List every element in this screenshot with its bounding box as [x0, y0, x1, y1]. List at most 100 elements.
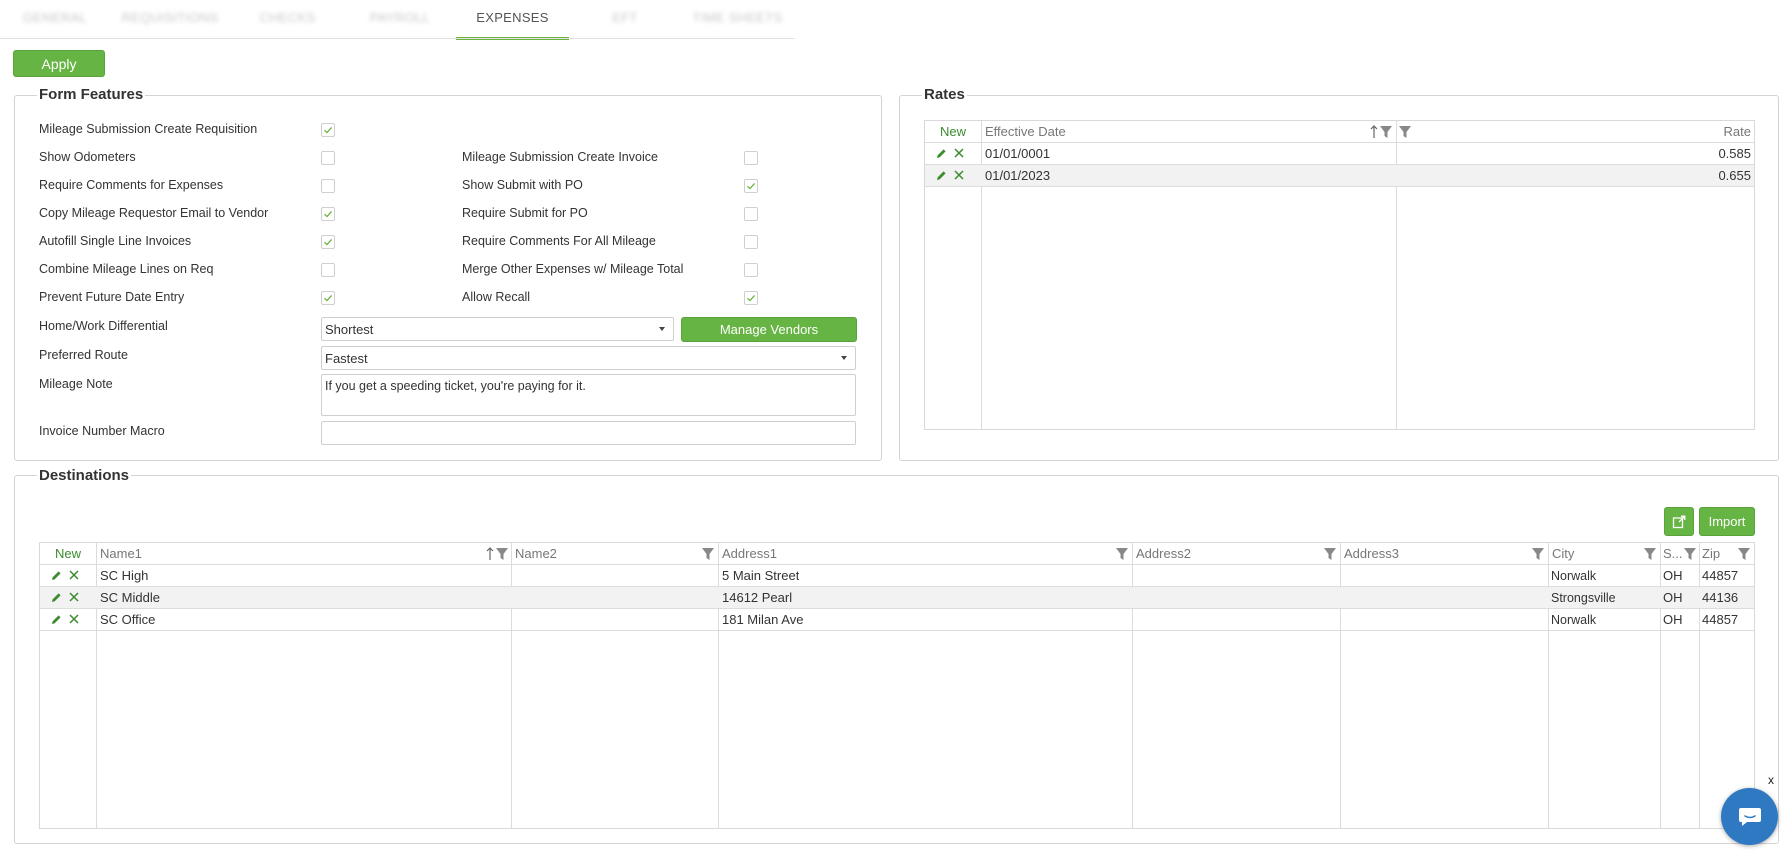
close-icon[interactable] — [953, 169, 965, 181]
pencil-icon[interactable] — [50, 613, 62, 625]
home-work-differential-select[interactable]: Shortest — [321, 317, 674, 341]
close-icon[interactable] — [68, 591, 80, 603]
tab-requisitions[interactable]: REQUISITIONS — [110, 0, 230, 40]
rates-title: Rates — [922, 86, 967, 103]
label-prevent-future-date: Prevent Future Date Entry — [39, 290, 185, 304]
filter-icon[interactable] — [496, 547, 508, 560]
tab-time-sheets[interactable]: TIME SHEETS — [680, 0, 795, 40]
checkbox-mileage-create-invoice[interactable] — [744, 151, 758, 165]
cell-zip: 44857 — [1702, 568, 1739, 583]
manage-vendors-button[interactable]: Manage Vendors — [681, 317, 857, 342]
filter-icon[interactable] — [1324, 547, 1336, 560]
filter-icon[interactable] — [1644, 547, 1656, 560]
cell-state: OH — [1663, 590, 1683, 605]
tab-expenses[interactable]: EXPENSES — [456, 0, 569, 40]
label-mileage-note: Mileage Note — [39, 377, 113, 391]
destinations-grid: New Name1 Name2 Address1 Address2 Addres… — [39, 542, 1755, 829]
filter-icon[interactable] — [1380, 125, 1392, 138]
filter-icon[interactable] — [1399, 125, 1411, 138]
pencil-icon[interactable] — [935, 169, 947, 181]
col-state[interactable]: S... — [1663, 543, 1683, 564]
pencil-icon[interactable] — [935, 147, 947, 159]
checkbox-combine-mileage-lines[interactable] — [321, 263, 335, 277]
label-show-odometers: Show Odometers — [39, 150, 136, 164]
checkbox-mileage-create-req[interactable] — [321, 123, 335, 137]
checkbox-autofill-single-line[interactable] — [321, 235, 335, 249]
export-button[interactable] — [1664, 507, 1694, 536]
home-work-differential-value: Shortest — [325, 321, 374, 337]
label-preferred-route: Preferred Route — [39, 348, 128, 362]
close-icon[interactable] — [953, 147, 965, 159]
cell-address1: 14612 Pearl — [722, 590, 793, 605]
tab-general[interactable]: GENERAL — [0, 0, 110, 40]
label-autofill-single-line: Autofill Single Line Invoices — [39, 234, 192, 248]
label-mileage-create-invoice: Mileage Submission Create Invoice — [462, 150, 658, 164]
checkbox-show-odometers[interactable] — [321, 151, 335, 165]
grid-line — [40, 630, 1754, 631]
checkbox-show-submit-po[interactable] — [744, 179, 758, 193]
cell-zip: 44136 — [1702, 590, 1739, 605]
label-merge-other-expenses: Merge Other Expenses w/ Mileage Total — [462, 262, 684, 276]
tab-divider — [0, 38, 795, 39]
filter-icon[interactable] — [1684, 547, 1696, 560]
table-row: SC Middle 14612 Pearl Strongsville OH 44… — [40, 587, 1754, 608]
col-name1[interactable]: Name1 — [100, 543, 142, 564]
label-invoice-number-macro: Invoice Number Macro — [39, 424, 165, 438]
preferred-route-select[interactable]: Fastest — [321, 346, 856, 370]
cell-state: OH — [1663, 612, 1683, 627]
invoice-number-macro-input[interactable] — [321, 421, 856, 445]
col-city[interactable]: City — [1552, 543, 1574, 564]
chat-close-button[interactable]: x — [1768, 773, 1774, 787]
table-row: SC Office 181 Milan Ave Norwalk OH 44857 — [40, 609, 1754, 630]
close-icon[interactable] — [68, 569, 80, 581]
filter-icon[interactable] — [1116, 547, 1128, 560]
rates-col-rate[interactable]: Rate — [1724, 121, 1751, 142]
label-mileage-create-req: Mileage Submission Create Requisition — [39, 122, 258, 136]
pencil-icon[interactable] — [50, 569, 62, 581]
cell-name1: SC Office — [100, 612, 156, 627]
sort-asc-icon[interactable] — [486, 546, 494, 561]
form-features-title: Form Features — [37, 86, 146, 103]
import-button[interactable]: Import — [1699, 507, 1755, 536]
grid-line — [925, 186, 1754, 187]
checkbox-require-comments-expenses[interactable] — [321, 179, 335, 193]
close-icon[interactable] — [68, 613, 80, 625]
col-address3[interactable]: Address3 — [1344, 543, 1399, 564]
checkbox-require-comments-mileage[interactable] — [744, 235, 758, 249]
cell-name1: SC High — [100, 568, 149, 583]
checkbox-prevent-future-date[interactable] — [321, 291, 335, 305]
checkbox-require-submit-po[interactable] — [744, 207, 758, 221]
destinations-new-button[interactable]: New — [40, 543, 96, 564]
mileage-note-textarea[interactable]: If you get a speeding ticket, you're pay… — [321, 374, 856, 416]
export-icon — [1672, 515, 1686, 528]
rates-new-button[interactable]: New — [925, 121, 981, 142]
label-show-submit-po: Show Submit with PO — [462, 178, 583, 192]
cell-city: Norwalk — [1551, 568, 1597, 583]
filter-icon[interactable] — [1532, 547, 1544, 560]
cell-name1: SC Middle — [100, 590, 160, 605]
checkbox-copy-requestor-email[interactable] — [321, 207, 335, 221]
tab-bar: GENERAL REQUISITIONS CHECKS PAYROLL EXPE… — [0, 0, 795, 40]
rates-col-effective-date[interactable]: Effective Date — [985, 121, 1066, 142]
tab-checks[interactable]: CHECKS — [230, 0, 345, 40]
pencil-icon[interactable] — [50, 591, 62, 603]
chat-bubble-icon — [1738, 807, 1761, 826]
apply-button[interactable]: Apply — [13, 50, 105, 77]
rates-cell-date: 01/01/0001 — [985, 146, 1051, 161]
checkbox-merge-other-expenses[interactable] — [744, 263, 758, 277]
filter-icon[interactable] — [702, 547, 714, 560]
sort-asc-icon[interactable] — [1370, 124, 1378, 139]
label-copy-requestor-email: Copy Mileage Requestor Email to Vendor — [39, 206, 269, 220]
col-name2[interactable]: Name2 — [515, 543, 557, 564]
tab-payroll[interactable]: PAYROLL — [345, 0, 455, 40]
checkbox-allow-recall[interactable] — [744, 291, 758, 305]
cell-city: Strongsville — [1551, 590, 1616, 605]
col-zip[interactable]: Zip — [1702, 543, 1720, 564]
chat-launcher[interactable] — [1721, 788, 1778, 845]
tab-eft[interactable]: EFT — [570, 0, 680, 40]
col-address2[interactable]: Address2 — [1136, 543, 1191, 564]
table-row: 01/01/0001 0.585 — [925, 143, 1754, 164]
filter-icon[interactable] — [1738, 547, 1750, 560]
col-address1[interactable]: Address1 — [722, 543, 777, 564]
table-row: SC High 5 Main Street Norwalk OH 44857 — [40, 565, 1754, 586]
